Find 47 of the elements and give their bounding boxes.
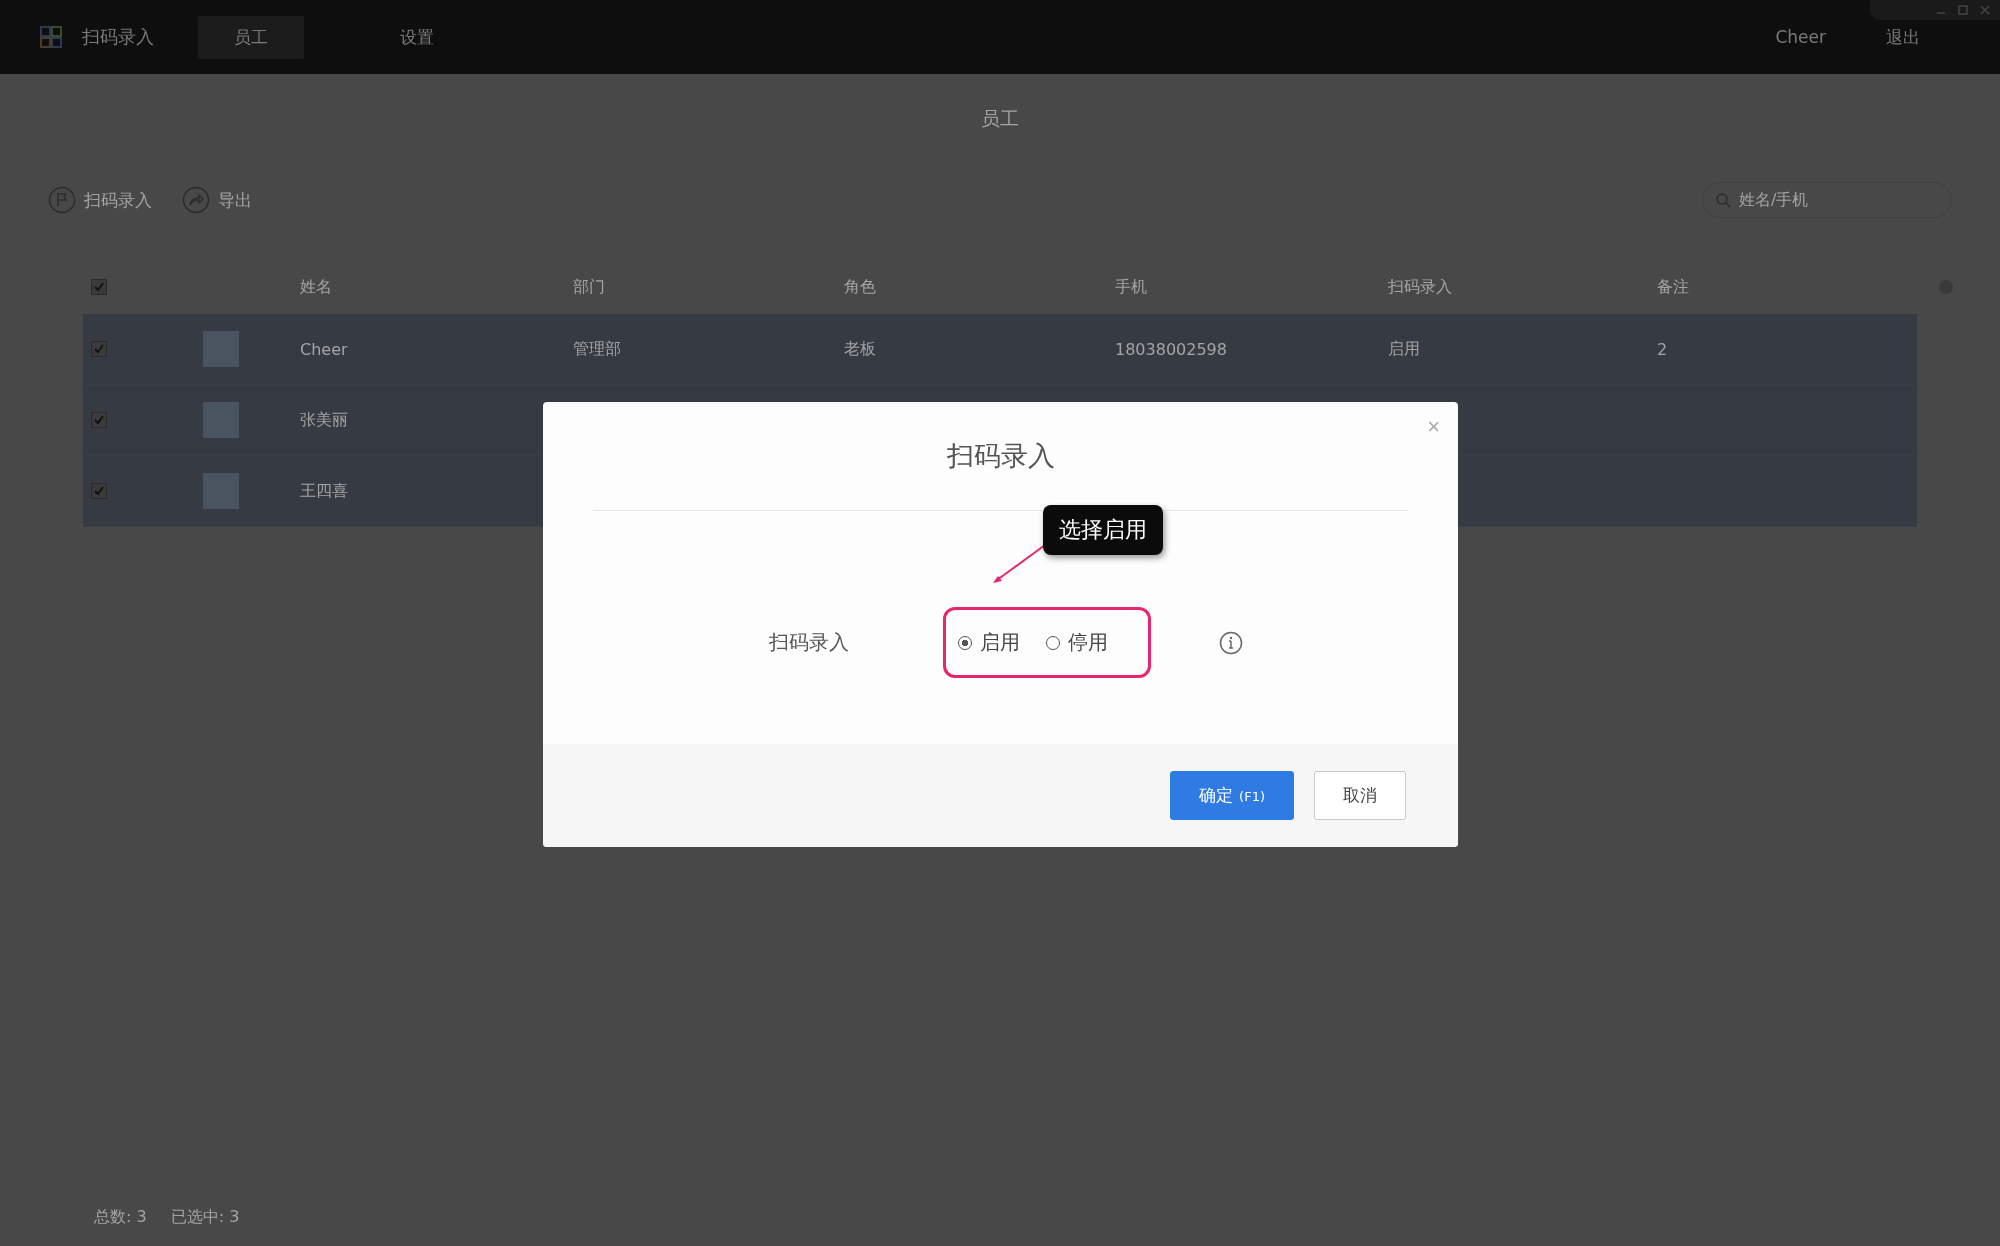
radio-button[interactable] [958,635,972,650]
field-label: 扫码录入 [768,629,849,656]
nav-tab[interactable]: 员工 [198,15,304,59]
confirm-button[interactable]: 确定 (F1) [1170,771,1294,820]
search-icon [1715,192,1731,208]
flag-icon [48,186,76,214]
column-header: 备注 [1657,276,1690,298]
table-cell-text: Cheer [300,339,349,359]
page-title: 员工 [981,107,1019,129]
photo-placeholder [203,402,239,438]
annotation-tooltip: 选择启用 [1043,505,1163,555]
dialog-title: 扫码录入 [946,440,1055,471]
column-header: 手机 [1115,276,1148,298]
column-header: 角色 [844,276,877,298]
row-checkbox[interactable] [91,483,107,499]
table-cell-text: 启用 [1388,338,1421,360]
photo-placeholder [203,473,239,509]
close-icon[interactable] [1980,5,1990,15]
photo-placeholder [203,331,239,367]
selected-count: 已选中: 3 [170,1207,240,1228]
app-logo-icon [40,26,62,48]
nav-tab[interactable]: 设置 [364,15,470,59]
toolbar-action[interactable]: 导出 [218,188,252,212]
close-button[interactable]: × [1423,414,1444,440]
column-header: 扫码录入 [1388,276,1453,298]
column-header: 部门 [573,276,606,298]
share-icon [182,186,210,214]
maximize-icon[interactable] [1958,5,1968,15]
table-cell-text: 18038002598 [1115,339,1228,359]
radio-option[interactable]: 启用 [958,629,1020,656]
table-cell-text: 管理部 [573,338,622,360]
row-checkbox[interactable] [91,412,107,428]
table-cell-text: 张美丽 [300,409,349,431]
logout-link[interactable]: 退出 [1886,25,1920,49]
column-header: 姓名 [300,276,333,298]
user-name[interactable]: Cheer [1775,27,1826,47]
table-cell-text: 老板 [844,338,877,360]
cancel-button[interactable]: 取消 [1314,771,1406,820]
total-count: 总数: 3 [94,1207,147,1228]
radio-option[interactable]: 停用 [1046,629,1108,656]
info-icon[interactable] [1219,630,1243,655]
table-cell-text: 王四喜 [300,480,349,502]
row-checkbox[interactable] [91,341,107,357]
app-title: 扫码录入 [82,25,154,49]
table-cell-text: 2 [1657,339,1669,359]
select-all-checkbox[interactable] [91,279,107,295]
toolbar-action[interactable]: 扫码录入 [84,188,152,212]
